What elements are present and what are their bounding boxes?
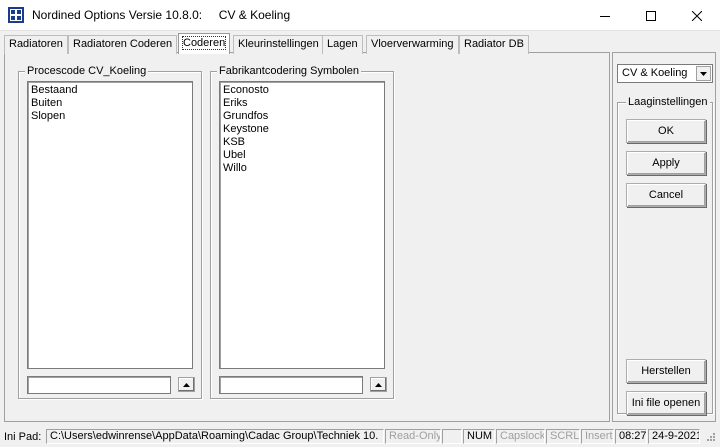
- title-bar[interactable]: Nordined Options Versie 10.8.0: CV & Koe…: [0, 0, 720, 31]
- list-item[interactable]: Willo: [222, 162, 382, 175]
- list-item[interactable]: Eriks: [222, 97, 382, 110]
- tab-label: Vloerverwarming: [371, 38, 454, 50]
- list-item[interactable]: Bestaand: [30, 84, 190, 97]
- ok-button[interactable]: OK: [626, 119, 706, 143]
- minimize-button[interactable]: [582, 0, 628, 31]
- tab-coderen[interactable]: Coderen: [178, 33, 231, 54]
- ini-path-label: Ini Pad:: [4, 431, 42, 443]
- maximize-button[interactable]: [628, 0, 674, 31]
- maximize-icon: [646, 10, 656, 21]
- triangle-up-icon: [183, 382, 190, 387]
- list-item[interactable]: Ubel: [222, 149, 382, 162]
- manufacturer-code-group: Fabrikantcodering Symbolen Econosto Erik…: [210, 65, 394, 399]
- process-code-group: Procescode CV_Koeling Bestaand Buiten Sl…: [18, 65, 202, 399]
- time-indicator: 08:27: [615, 429, 647, 444]
- chevron-down-icon: [700, 71, 707, 76]
- right-panel: CV & Koeling Laaginstellingen OK Apply C…: [612, 52, 716, 422]
- read-only-indicator: Read-Only: [385, 429, 441, 444]
- tab-kleurinstellingen[interactable]: Kleurinstellingen: [233, 35, 324, 54]
- layer-select-dropdown-button[interactable]: [696, 66, 711, 81]
- list-item[interactable]: Slopen: [30, 110, 190, 123]
- window-title: Nordined Options Versie 10.8.0: CV & Koe…: [32, 8, 291, 22]
- tab-radiator-db[interactable]: Radiator DB: [459, 35, 529, 54]
- date-indicator: 24-9-2021: [648, 429, 700, 444]
- ini-file-open-button[interactable]: Ini file openen: [626, 391, 706, 415]
- process-code-list[interactable]: Bestaand Buiten Slopen: [27, 81, 193, 369]
- tab-label: Lagen: [327, 38, 358, 50]
- resize-grip-icon[interactable]: [704, 432, 716, 444]
- process-code-add-button[interactable]: [178, 377, 195, 392]
- tab-radiatoren-coderen[interactable]: Radiatoren Coderen: [68, 35, 178, 54]
- scrl-indicator: SCRL: [546, 429, 580, 444]
- tab-label: Coderen: [181, 36, 227, 50]
- list-item[interactable]: Econosto: [222, 84, 382, 97]
- apply-button[interactable]: Apply: [626, 151, 706, 175]
- process-code-legend: Procescode CV_Koeling: [25, 65, 149, 77]
- manufacturer-code-list[interactable]: Econosto Eriks Grundfos Keystone KSB Ube…: [219, 81, 385, 369]
- coderen-panel: Procescode CV_Koeling Bestaand Buiten Sl…: [4, 52, 610, 422]
- manufacturer-code-legend: Fabrikantcodering Symbolen: [217, 65, 362, 77]
- manufacturer-code-add-button[interactable]: [370, 377, 387, 392]
- list-item[interactable]: KSB: [222, 136, 382, 149]
- tab-label: Radiator DB: [464, 38, 524, 50]
- status-bar: Ini Pad: C:\Users\edwinrense\AppData\Roa…: [0, 426, 720, 447]
- manufacturer-code-input[interactable]: [219, 376, 363, 394]
- cancel-button[interactable]: Cancel: [626, 183, 706, 207]
- tab-lagen[interactable]: Lagen: [322, 35, 363, 54]
- tab-vloerverwarming[interactable]: Vloerverwarming: [366, 35, 459, 54]
- minimize-icon: [600, 15, 610, 17]
- tab-label: Radiatoren: [9, 38, 63, 50]
- triangle-up-icon: [375, 382, 382, 387]
- app-icon: [8, 7, 24, 23]
- list-item[interactable]: Keystone: [222, 123, 382, 136]
- tab-label: Radiatoren Coderen: [73, 38, 173, 50]
- blank-indicator: [442, 429, 462, 444]
- layer-select[interactable]: CV & Koeling: [617, 64, 713, 83]
- list-item[interactable]: Buiten: [30, 97, 190, 110]
- layer-settings-legend: Laaginstellingen: [626, 96, 710, 108]
- close-button[interactable]: [674, 0, 720, 31]
- layer-select-value: CV & Koeling: [622, 67, 688, 79]
- restore-button[interactable]: Herstellen: [626, 359, 706, 383]
- insert-indicator: Insert: [581, 429, 614, 444]
- close-icon: [692, 10, 702, 21]
- process-code-input[interactable]: [27, 376, 171, 394]
- num-indicator: NUM: [463, 429, 495, 444]
- ini-path-value: C:\Users\edwinrense\AppData\Roaming\Cada…: [46, 429, 384, 444]
- list-item[interactable]: Grundfos: [222, 110, 382, 123]
- tab-radiatoren[interactable]: Radiatoren: [4, 35, 68, 54]
- tab-label: Kleurinstellingen: [238, 38, 319, 50]
- capslock-indicator: Capslock: [496, 429, 545, 444]
